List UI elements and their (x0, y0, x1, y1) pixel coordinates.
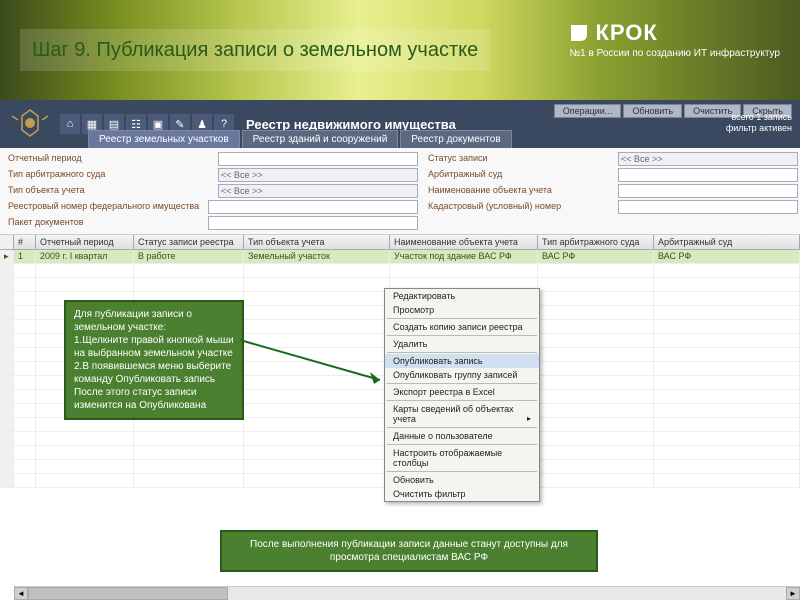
tab-documents[interactable]: Реестр документов (400, 130, 511, 148)
menu-item[interactable]: Удалить (385, 337, 539, 351)
menu-separator (387, 335, 537, 336)
table-row[interactable]: ▸12009 г. I кварталВ работеЗемельный уча… (0, 250, 800, 264)
filter-label-regnum: Реестровый номер федерального имущества (8, 200, 208, 214)
menu-item[interactable]: Опубликовать запись (385, 354, 539, 368)
menu-item[interactable]: Опубликовать группу записей (385, 368, 539, 382)
menu-separator (387, 383, 537, 384)
col-objname[interactable]: Наименование объекта учета (390, 235, 538, 249)
registry-tabs: Реестр земельных участков Реестр зданий … (88, 130, 512, 148)
tab-buildings[interactable]: Реестр зданий и сооружений (242, 130, 399, 148)
callout-instructions: Для публикации записи о земельном участк… (64, 300, 244, 420)
filter-label-objname: Наименование объекта учета (428, 184, 608, 198)
menu-separator (387, 444, 537, 445)
callout-result: После выполнения публикации записи данны… (220, 530, 598, 572)
arrow-annotation (240, 300, 390, 390)
brand-tagline: №1 в России по созданию ИТ инфраструктур (569, 48, 780, 59)
menu-item[interactable]: Просмотр (385, 303, 539, 317)
filter-input-objname[interactable] (618, 184, 798, 198)
col-marker[interactable] (0, 235, 14, 249)
menu-separator (387, 318, 537, 319)
status-text: всего 1 запись фильтр активен (726, 112, 792, 134)
brand-block: КРОК №1 в России по созданию ИТ инфрастр… (569, 20, 780, 59)
menu-separator (387, 471, 537, 472)
filter-input-regnum[interactable] (208, 200, 418, 214)
scroll-left-icon[interactable]: ◄ (14, 587, 28, 600)
menu-item[interactable]: Создать копию записи реестра (385, 320, 539, 334)
filter-label-status: Статус записи (428, 152, 608, 166)
toolbar-icon-1[interactable]: ⌂ (60, 114, 80, 134)
col-courttype[interactable]: Тип арбитражного суда (538, 235, 654, 249)
filter-input-period[interactable] (218, 152, 418, 166)
menu-separator (387, 427, 537, 428)
filter-label-period: Отчетный период (8, 152, 208, 166)
brand-logo: КРОК (569, 20, 780, 46)
filter-label-courttype: Тип арбитражного суда (8, 168, 208, 182)
filter-input-court[interactable] (618, 168, 798, 182)
filter-input-courttype[interactable] (218, 168, 418, 182)
filter-input-docpack[interactable] (208, 216, 418, 230)
slide-title: Шаг 9. Публикация записи о земельном уча… (20, 29, 490, 71)
filter-label-docpack: Пакет документов (8, 216, 208, 230)
horizontal-scrollbar[interactable]: ◄ ► (14, 586, 800, 600)
emblem-icon (8, 106, 52, 142)
filter-label-court: Арбитражный суд (428, 168, 608, 182)
filter-label-objtype: Тип объекта учета (8, 184, 208, 198)
menu-separator (387, 352, 537, 353)
col-objtype[interactable]: Тип объекта учета (244, 235, 390, 249)
menu-item[interactable]: Экспорт реестра в Excel (385, 385, 539, 399)
table-row[interactable] (0, 264, 800, 278)
menu-item[interactable]: Настроить отображаемые столбцы (385, 446, 539, 470)
filter-input-objtype[interactable] (218, 184, 418, 198)
refresh-button[interactable]: Обновить (623, 104, 682, 118)
col-court[interactable]: Арбитражный суд (654, 235, 800, 249)
menu-item[interactable]: Очистить фильтр (385, 487, 539, 501)
menu-item[interactable]: Данные о пользователе (385, 429, 539, 443)
col-num[interactable]: # (14, 235, 36, 249)
filter-input-status[interactable] (618, 152, 798, 166)
tab-land[interactable]: Реестр земельных участков (88, 130, 240, 148)
menu-item[interactable]: Карты сведений об объектах учета (385, 402, 539, 426)
grid-header: # Отчетный период Статус записи реестра … (0, 235, 800, 250)
app-toolbar: ⌂ ▦ ▤ ☷ ▣ ✎ ♟ ? Реестр недвижимого имуще… (0, 100, 800, 148)
filter-label-cadnum: Кадастровый (условный) номер (428, 200, 608, 214)
operations-button[interactable]: Операции... (554, 104, 622, 118)
scroll-thumb[interactable] (28, 587, 228, 600)
col-period[interactable]: Отчетный период (36, 235, 134, 249)
menu-item[interactable]: Редактировать (385, 289, 539, 303)
menu-separator (387, 400, 537, 401)
slide-header: Шаг 9. Публикация записи о земельном уча… (0, 0, 800, 100)
scroll-right-icon[interactable]: ► (786, 587, 800, 600)
filter-panel: Отчетный период Статус записи Тип арбитр… (0, 148, 800, 235)
filter-input-cadnum[interactable] (618, 200, 798, 214)
menu-item[interactable]: Обновить (385, 473, 539, 487)
col-status[interactable]: Статус записи реестра (134, 235, 244, 249)
context-menu[interactable]: РедактироватьПросмотр Создать копию запис… (384, 288, 540, 502)
